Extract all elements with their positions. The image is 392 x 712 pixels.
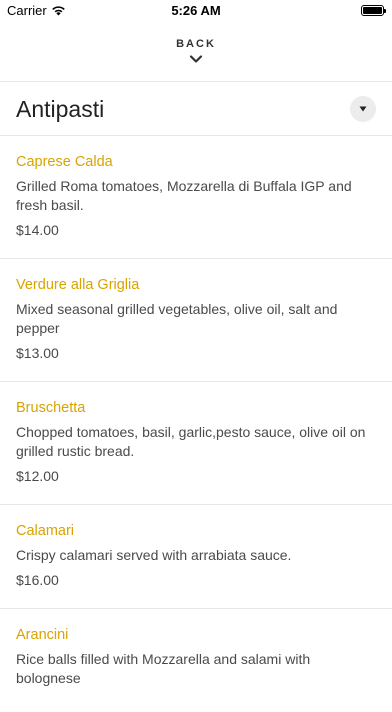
menu-item-description: Crispy calamari served with arrabiata sa… — [16, 547, 292, 563]
menu-item[interactable]: Verdure alla Griglia Mixed seasonal gril… — [0, 258, 392, 381]
triangle-down-icon — [359, 106, 367, 112]
menu-item-description: Grilled Roma tomatoes, Mozzarella di Buf… — [16, 178, 352, 213]
menu-item-description: Chopped tomatoes, basil, garlic,pesto sa… — [16, 424, 366, 459]
menu-item[interactable]: Caprese Calda Grilled Roma tomatoes, Moz… — [0, 136, 392, 258]
back-button[interactable]: BACK — [0, 34, 392, 74]
back-label: BACK — [176, 38, 216, 50]
chevron-down-icon — [189, 55, 203, 63]
menu-list: Caprese Calda Grilled Roma tomatoes, Moz… — [0, 136, 392, 712]
menu-item-description: Mixed seasonal grilled vegetables, olive… — [16, 301, 338, 336]
menu-item-name: Caprese Calda — [16, 154, 113, 170]
menu-item-name: Calamari — [16, 523, 75, 539]
menu-item[interactable]: Arancini Rice balls filled with Mozzarel… — [0, 608, 392, 712]
menu-item[interactable]: Calamari Crispy calamari served with arr… — [0, 504, 392, 608]
section-header: Antipasti — [0, 82, 392, 136]
category-dropdown-button[interactable] — [350, 96, 376, 122]
battery-icon — [361, 5, 386, 16]
menu-item-description: Rice balls filled with Mozzarella and sa… — [16, 651, 311, 686]
page-title: Antipasti — [16, 96, 105, 122]
menu-item-price: $12.00 — [16, 468, 59, 484]
menu-item-price: $13.00 — [16, 345, 59, 361]
menu-item-name: Arancini — [16, 627, 69, 643]
menu-item[interactable]: Bruschetta Chopped tomatoes, basil, garl… — [0, 381, 392, 504]
menu-item-name: Verdure alla Griglia — [16, 277, 140, 293]
menu-item-name: Bruschetta — [16, 400, 86, 416]
menu-item-price: $14.00 — [16, 222, 59, 238]
menu-item-price: $16.00 — [16, 572, 59, 588]
status-time: 5:26 AM — [171, 3, 221, 18]
status-bar: Carrier 5:26 AM — [0, 0, 392, 22]
